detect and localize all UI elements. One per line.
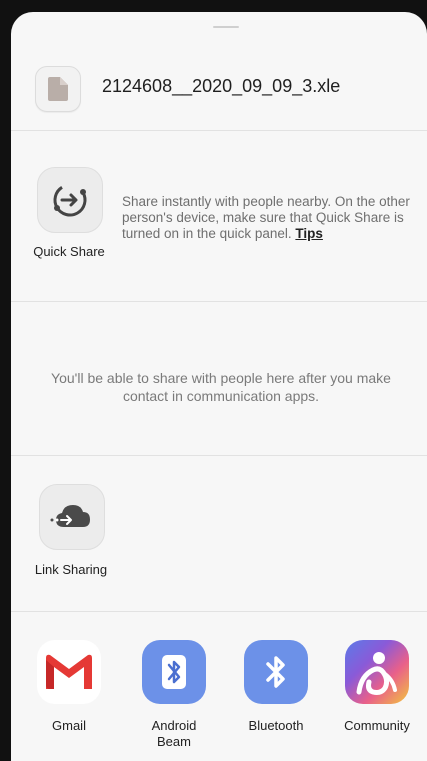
- android-beam-icon: [142, 640, 206, 704]
- app-community[interactable]: Community: [327, 640, 427, 761]
- app-label: Community: [344, 718, 410, 733]
- app-bluetooth[interactable]: Bluetooth: [226, 640, 326, 761]
- cloud-link-icon[interactable]: [39, 484, 105, 550]
- quick-share-icon[interactable]: [37, 167, 103, 233]
- bluetooth-icon: [244, 640, 308, 704]
- community-icon: [345, 640, 409, 704]
- share-sheet: 2124608__2020_09_09_3.xle Quick Share Sh…: [11, 12, 427, 761]
- quick-share-label[interactable]: Quick Share: [11, 244, 127, 259]
- app-gmail[interactable]: Gmail: [19, 640, 119, 761]
- file-name: 2124608__2020_09_09_3.xle: [102, 76, 341, 96]
- app-label: Gmail: [52, 718, 86, 733]
- divider: [11, 455, 427, 456]
- link-sharing-label[interactable]: Link Sharing: [11, 562, 131, 577]
- contacts-note: You'll be able to share with people here…: [51, 370, 391, 404]
- app-label: Android Beam: [151, 718, 197, 749]
- divider: [11, 301, 427, 302]
- quick-share-section: Quick Share Share instantly with people …: [11, 162, 427, 292]
- divider: [11, 611, 427, 612]
- quick-share-description-text: Share instantly with people nearby. On t…: [122, 194, 410, 241]
- divider: [11, 130, 427, 131]
- app-android-beam[interactable]: Android Beam: [124, 640, 224, 761]
- drag-handle[interactable]: [213, 26, 239, 28]
- gmail-icon: [37, 640, 101, 704]
- apps-row: Gmail Android Beam Bluetooth Community: [11, 640, 427, 761]
- tips-link[interactable]: Tips: [295, 226, 323, 241]
- quick-share-description: Share instantly with people nearby. On t…: [122, 194, 422, 242]
- document-icon: [35, 66, 81, 112]
- file-row: 2124608__2020_09_09_3.xle: [11, 58, 427, 118]
- app-label: Bluetooth: [248, 718, 304, 733]
